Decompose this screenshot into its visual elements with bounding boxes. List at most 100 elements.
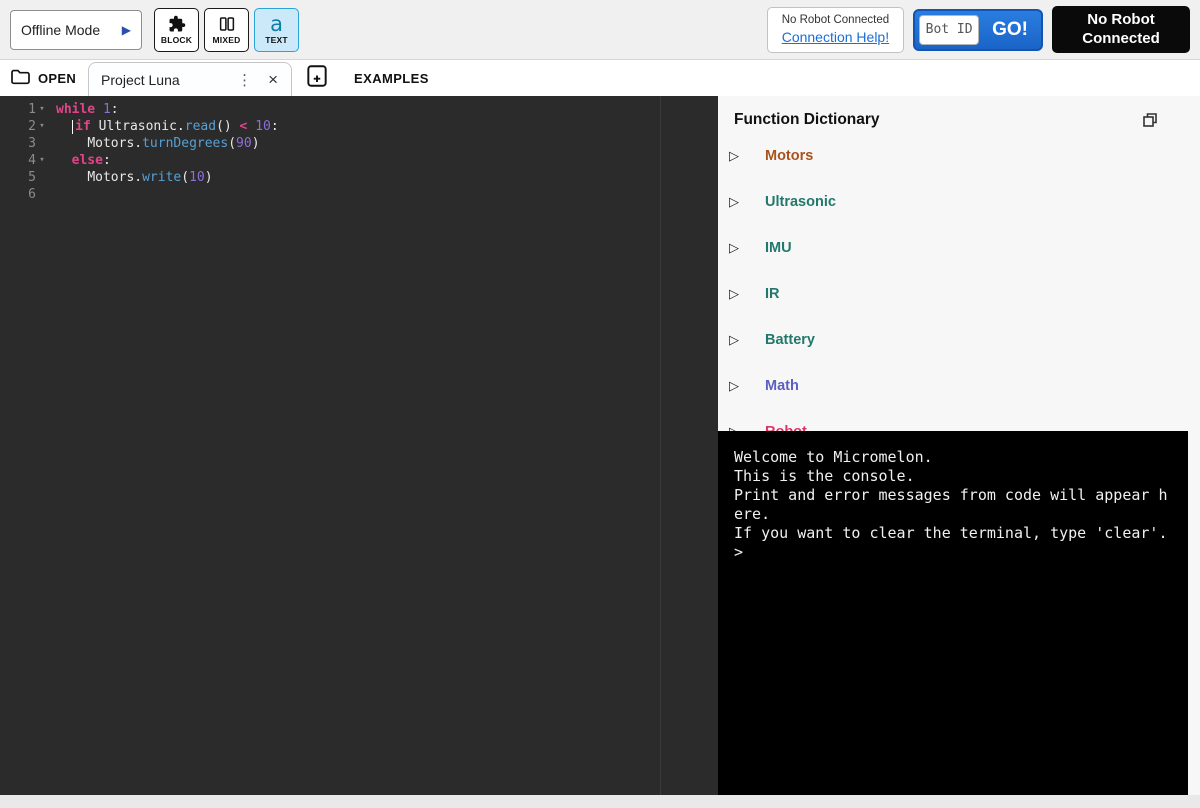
code-token: read	[185, 119, 216, 134]
robot-status-badge: No Robot Connected	[1052, 6, 1190, 54]
code-line[interactable]: Motors.turnDegrees(90)	[56, 135, 718, 152]
text-mode-button[interactable]: a TEXT	[254, 8, 299, 52]
open-label: OPEN	[38, 71, 76, 86]
function-dictionary-title: Function Dictionary	[734, 111, 880, 129]
expand-arrow-icon[interactable]: ▷	[729, 378, 765, 394]
expand-arrow-icon[interactable]: ▷	[729, 286, 765, 302]
bot-id-input[interactable]	[919, 15, 979, 45]
code-token: Motors	[87, 136, 134, 151]
go-button[interactable]: GO!	[979, 11, 1041, 49]
gutter-line[interactable]: 3	[0, 135, 48, 152]
code-token: (	[228, 136, 236, 151]
print-margin-ruler	[660, 96, 661, 795]
console[interactable]: Welcome to Micromelon.This is the consol…	[718, 431, 1188, 795]
dict-item-robot[interactable]: ▷Robot	[718, 409, 1200, 431]
gutter-line[interactable]: 4▾	[0, 152, 48, 169]
code-token: while	[56, 102, 95, 117]
dict-item-ultrasonic[interactable]: ▷Ultrasonic	[718, 179, 1200, 225]
code-line[interactable]: while 1:	[56, 101, 718, 118]
new-file-button[interactable]	[304, 63, 330, 94]
code-token: ()	[216, 119, 239, 134]
dict-item-battery[interactable]: ▷Battery	[718, 317, 1200, 363]
code-token	[56, 170, 87, 185]
code-token: :	[271, 119, 279, 134]
code-line[interactable]	[56, 186, 718, 203]
console-output: Welcome to Micromelon.This is the consol…	[734, 448, 1170, 562]
connection-status-text: No Robot Connected	[782, 14, 889, 26]
connection-help-link[interactable]: Connection Help!	[782, 29, 889, 45]
topbar: Offline Mode ▶ BLOCK MIXED a TEXT	[0, 0, 1200, 60]
bot-id-group: GO!	[913, 9, 1043, 51]
connection-mode-select[interactable]: Offline Mode ▶	[10, 10, 142, 50]
code-token: .	[177, 119, 185, 134]
mixed-mode-label: MIXED	[213, 35, 241, 45]
expand-arrow-icon[interactable]: ▷	[729, 332, 765, 348]
connection-status-box: No Robot Connected Connection Help!	[767, 7, 904, 53]
expand-arrow-icon[interactable]: ▷	[729, 424, 765, 431]
code-token: :	[111, 102, 119, 117]
gutter-line[interactable]: 5	[0, 169, 48, 186]
main-area: 1▾2▾34▾56 while 1: if Ultrasonic.read() …	[0, 96, 1200, 795]
code-token: 1	[103, 102, 111, 117]
line-number: 3	[0, 135, 36, 152]
dict-item-imu[interactable]: ▷IMU	[718, 225, 1200, 271]
console-line: Print and error messages from code will …	[734, 486, 1170, 524]
close-icon[interactable]: ×	[259, 70, 287, 90]
gutter-line[interactable]: 1▾	[0, 101, 48, 118]
code-editor[interactable]: 1▾2▾34▾56 while 1: if Ultrasonic.read() …	[0, 96, 718, 795]
code-token: .	[134, 136, 142, 151]
micromelon-ide: Offline Mode ▶ BLOCK MIXED a TEXT	[0, 0, 1200, 808]
code-token: )	[252, 136, 260, 151]
block-mode-button[interactable]: BLOCK	[154, 8, 199, 52]
dict-item-math[interactable]: ▷Math	[718, 363, 1200, 409]
code-token: Motors	[87, 170, 134, 185]
puzzle-icon	[168, 14, 186, 34]
dict-item-label: Motors	[765, 148, 813, 164]
file-plus-icon	[304, 63, 330, 94]
tabbar: OPEN Project Luna ⋮ × EXAMPLES	[0, 60, 1200, 96]
code-token: )	[205, 170, 213, 185]
bottom-strip	[0, 795, 1200, 808]
code-line[interactable]: else:	[56, 152, 718, 169]
code-token: write	[142, 170, 181, 185]
code-token: :	[103, 153, 111, 168]
code-line[interactable]: Motors.write(10)	[56, 169, 718, 186]
fold-marker-icon[interactable]: ▾	[36, 152, 48, 169]
expand-arrow-icon[interactable]: ▷	[729, 240, 765, 256]
gutter-line[interactable]: 6	[0, 186, 48, 203]
fold-marker-icon[interactable]: ▾	[36, 101, 48, 118]
folder-icon	[10, 68, 31, 88]
dict-item-label: Math	[765, 378, 799, 394]
examples-button[interactable]: EXAMPLES	[354, 71, 429, 86]
columns-icon	[218, 14, 236, 34]
code-token: turnDegrees	[142, 136, 228, 151]
code-token: (	[181, 170, 189, 185]
code-token	[56, 136, 87, 151]
editor-mode-buttons: BLOCK MIXED a TEXT	[154, 8, 299, 52]
line-number: 1	[0, 101, 36, 118]
dict-item-ir[interactable]: ▷IR	[718, 271, 1200, 317]
function-dictionary: Function Dictionary ▷Motors▷Ultrasonic▷I…	[718, 96, 1200, 431]
code-token	[91, 119, 99, 134]
editor-code[interactable]: while 1: if Ultrasonic.read() < 10: Moto…	[48, 101, 718, 795]
open-button[interactable]: OPEN	[10, 68, 76, 88]
fold-marker-icon[interactable]: ▾	[36, 118, 48, 135]
gutter-line[interactable]: 2▾	[0, 118, 48, 135]
mixed-mode-button[interactable]: MIXED	[204, 8, 249, 52]
dict-item-motors[interactable]: ▷Motors	[718, 133, 1200, 179]
play-arrow-icon[interactable]: ▶	[122, 23, 131, 37]
text-mode-label: TEXT	[265, 35, 288, 45]
console-line: This is the console.	[734, 467, 1170, 486]
expand-arrow-icon[interactable]: ▷	[729, 148, 765, 164]
text-cursor	[72, 120, 74, 134]
dict-item-label: IR	[765, 286, 780, 302]
kebab-menu-icon[interactable]: ⋮	[230, 71, 259, 89]
block-mode-label: BLOCK	[161, 35, 192, 45]
code-line[interactable]: if Ultrasonic.read() < 10:	[56, 118, 718, 135]
code-token	[56, 153, 72, 168]
code-token: 10	[189, 170, 205, 185]
code-token	[95, 102, 103, 117]
tab-project-luna[interactable]: Project Luna ⋮ ×	[88, 62, 292, 96]
expand-arrow-icon[interactable]: ▷	[729, 194, 765, 210]
popout-window-icon[interactable]	[1142, 112, 1158, 128]
